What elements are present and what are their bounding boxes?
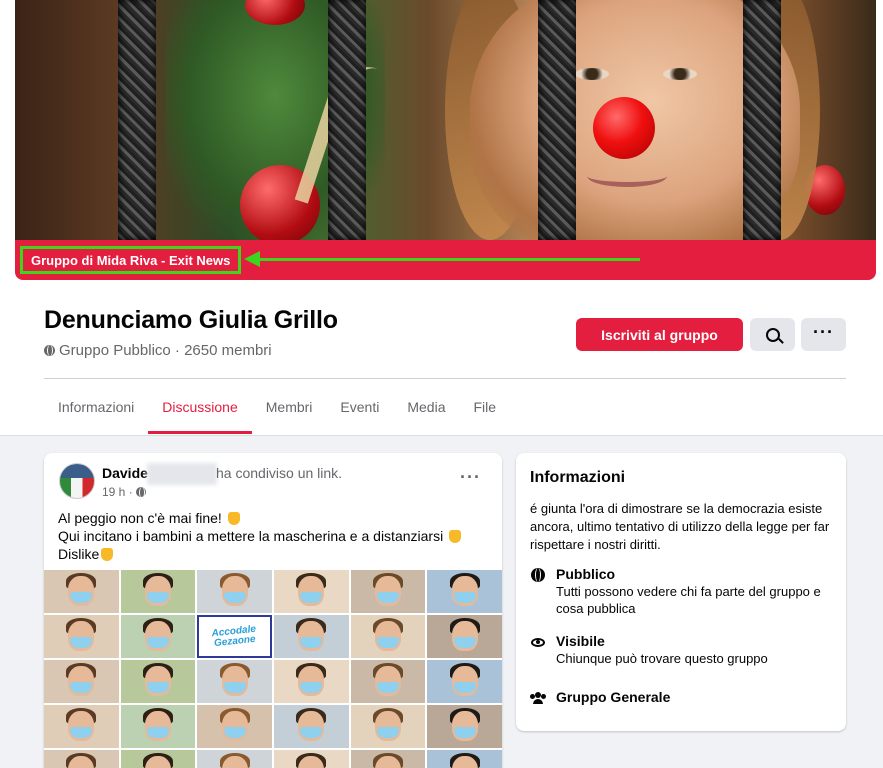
collage-photo-tile	[350, 570, 426, 613]
avatar[interactable]	[59, 463, 95, 499]
eye-icon	[531, 637, 545, 647]
post-text: Al peggio non c'è mai fine! Qui incitano…	[58, 509, 462, 563]
collage-photo-tile	[44, 705, 119, 748]
search-icon	[765, 327, 780, 342]
jail-bar	[743, 0, 781, 240]
collage-photo-tile	[120, 705, 196, 748]
visibility-label: Visibile	[556, 633, 605, 649]
eye	[663, 68, 697, 80]
tab-discussione[interactable]: Discussione	[148, 380, 253, 434]
header-divider	[44, 378, 846, 379]
tab-media[interactable]: Media	[393, 380, 459, 434]
about-description: é giunta l'ora di dimostrare se la democ…	[530, 501, 830, 552]
visibility-description: Chiunque può trovare questo gruppo	[556, 651, 768, 666]
about-title: Informazioni	[530, 469, 626, 486]
collage-photo-tile	[427, 660, 502, 703]
more-button[interactable]: ···	[801, 318, 846, 351]
collage-photo-tile	[120, 615, 196, 658]
collage-photo-tile	[197, 750, 272, 768]
collage-photo-tile	[44, 660, 119, 703]
annotation-arrow	[244, 251, 640, 267]
clown-nose	[593, 97, 655, 159]
privacy-label: Pubblico	[556, 566, 616, 582]
group-type-label: Gruppo Generale	[556, 689, 671, 705]
collage-photo-tile	[273, 705, 349, 748]
collage-photo-tile	[427, 570, 502, 613]
collage-photo-tile	[273, 660, 349, 703]
post-line: Al peggio non c'è mai fine!	[58, 510, 222, 526]
facebook-group-page: Gruppo di Mida Riva - Exit News Denuncia…	[0, 0, 883, 768]
collage-photo-tile	[273, 570, 349, 613]
group-type-row: Gruppo Generale	[530, 688, 670, 706]
tab-informazioni[interactable]: Informazioni	[44, 380, 148, 434]
collage-photo-tile	[44, 570, 119, 613]
globe-icon	[135, 487, 146, 498]
more-icon: ···	[813, 321, 834, 342]
parent-group-link[interactable]: Gruppo di Mida Riva - Exit News	[20, 246, 242, 274]
link-preview-image[interactable]: Accodale Gezaone	[44, 570, 502, 768]
thumbs-down-icon	[449, 530, 462, 543]
collage-photo-tile	[427, 615, 502, 658]
people-icon	[530, 692, 546, 704]
jail-bar	[118, 0, 156, 240]
collage-photo-tile	[197, 570, 272, 613]
eye	[575, 68, 609, 80]
collage-photo-tile	[44, 750, 119, 768]
cover-photo[interactable]	[15, 0, 876, 280]
tab-membri[interactable]: Membri	[252, 380, 327, 434]
post-line: Dislike	[58, 546, 100, 562]
post-time-text: 19 h ·	[102, 485, 133, 499]
tab-file[interactable]: File	[459, 380, 510, 434]
jail-bar	[538, 0, 576, 240]
cover-image	[15, 0, 876, 260]
thumbs-down-icon	[101, 548, 114, 561]
collage-photo-tile	[350, 750, 426, 768]
search-button[interactable]	[750, 318, 795, 351]
thumbs-down-icon	[227, 512, 240, 525]
collage-photo-tile	[350, 705, 426, 748]
collage-photo-tile	[273, 615, 349, 658]
collage-photo-tile	[197, 705, 272, 748]
collage-photo-tile	[120, 660, 196, 703]
post-author[interactable]: Davide	[102, 465, 148, 481]
post-action: ha condiviso un link.	[216, 465, 343, 481]
mouth	[587, 165, 667, 187]
collage-photo-tile	[120, 570, 196, 613]
post-line: Qui incitano i bambini a mettere la masc…	[58, 528, 444, 544]
privacy-description: Tutti possono vedere chi fa parte del gr…	[556, 584, 821, 616]
privacy-public-row: Pubblico Tutti possono vedere chi fa par…	[530, 565, 836, 617]
about-card: Informazioni é giunta l'ora di dimostrar…	[516, 453, 846, 731]
post-timestamp[interactable]: 19 h ·	[102, 485, 146, 499]
collage-photo-tile	[197, 660, 272, 703]
group-meta: Gruppo Pubblico · 2650 membri	[44, 342, 272, 359]
collage-photo-tile	[120, 750, 196, 768]
join-group-button[interactable]: Iscriviti al gruppo	[576, 318, 743, 351]
collage-logo-tile: Accodale Gezaone	[197, 615, 272, 658]
post-card: Davide ha condiviso un link. 19 h · ··· …	[44, 453, 502, 768]
group-meta-text: Gruppo Pubblico · 2650 membri	[59, 342, 272, 359]
redacted-name	[147, 463, 217, 485]
collage-photo-tile	[44, 615, 119, 658]
globe-icon	[531, 568, 545, 582]
group-tabs: Informazioni Discussione Membri Eventi M…	[44, 380, 510, 434]
tab-eventi[interactable]: Eventi	[326, 380, 393, 434]
collage-photo-tile	[350, 660, 426, 703]
collage-photo-tile	[427, 705, 502, 748]
post-options-button[interactable]: ···	[460, 467, 481, 488]
collage-photo-tile	[350, 615, 426, 658]
globe-icon	[44, 345, 55, 356]
group-title: Denunciamo Giulia Grillo	[44, 306, 338, 334]
jail-bar	[328, 0, 366, 240]
collage-photo-tile	[427, 750, 502, 768]
collage-logo-text: Accodale Gezaone	[211, 623, 257, 649]
collage-photo-tile	[273, 750, 349, 768]
visibility-row: Visibile Chiunque può trovare questo gru…	[530, 632, 836, 667]
